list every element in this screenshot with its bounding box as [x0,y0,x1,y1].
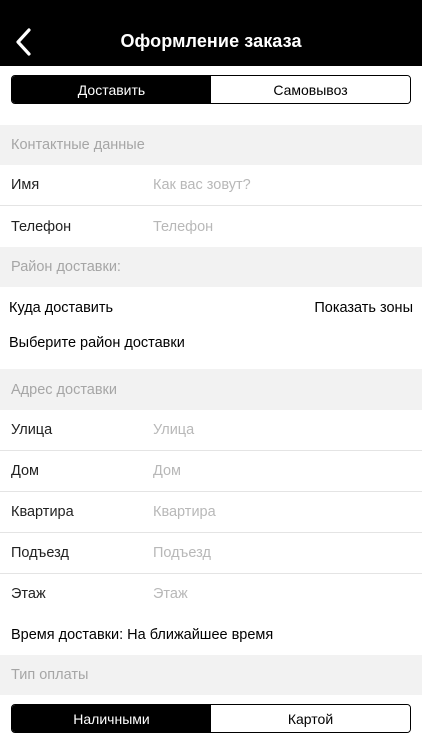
phone-row: Телефон [0,206,422,247]
choose-district-select[interactable]: Выберите район доставки [9,335,185,351]
card-option-button[interactable]: Картой [211,705,410,732]
name-label: Имя [11,177,40,193]
page-title: Оформление заказа [120,31,302,51]
entrance-row: Подъезд [0,533,422,574]
name-row: Имя [0,165,422,206]
house-input[interactable] [153,463,412,479]
entrance-input[interactable] [153,545,412,561]
apartment-label: Квартира [11,504,74,520]
section-header-address: Адрес доставки [0,369,422,410]
pickup-option-button[interactable]: Самовывоз [211,76,410,103]
delivery-time-label: Время доставки: На ближайшее время [11,626,274,643]
phone-label: Телефон [11,218,72,235]
section-header-payment: Тип оплаты [0,655,422,695]
house-row: Дом [0,451,422,492]
floor-label: Этаж [11,586,46,602]
delivery-mode-switch: Доставить Самовывоз [11,75,411,104]
floor-row: Этаж [0,574,422,615]
name-input[interactable] [153,177,412,193]
where-to-deliver-label: Куда доставить [9,300,114,316]
entrance-label: Подъезд [11,545,69,561]
payment-type-switch: Наличными Картой [11,704,411,733]
street-input[interactable] [153,422,412,438]
show-zones-button[interactable]: Показать зоны [314,300,413,316]
section-header-district: Район доставки: [0,247,422,287]
street-row: Улица [0,410,422,451]
nav-bar: Оформление заказа [0,0,422,66]
street-label: Улица [11,422,53,438]
cash-option-button[interactable]: Наличными [12,705,211,732]
section-header-contacts: Контактные данные [0,125,422,165]
phone-input[interactable] [153,218,412,235]
floor-input[interactable] [153,586,412,602]
delivery-time-row[interactable]: Время доставки: На ближайшее время [0,614,422,655]
delivery-option-button[interactable]: Доставить [12,76,211,103]
house-label: Дом [11,463,40,479]
apartment-row: Квартира [0,492,422,533]
apartment-input[interactable] [153,504,412,520]
